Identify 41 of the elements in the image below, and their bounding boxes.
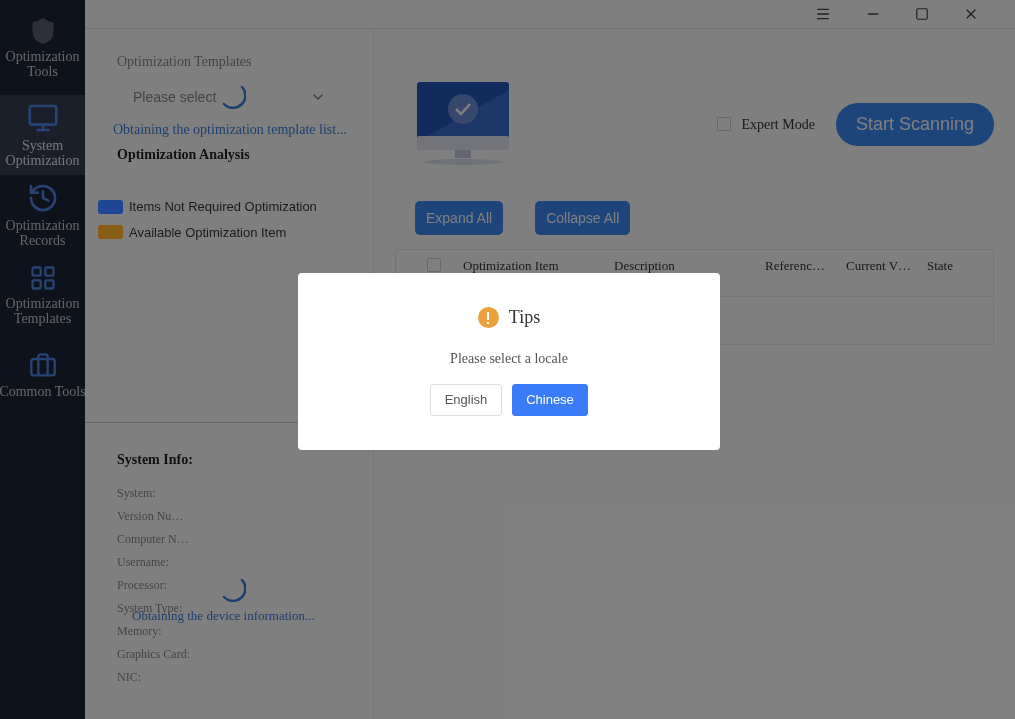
- warning-icon: [477, 307, 499, 328]
- checkbox-label: Expert Mode: [741, 115, 815, 134]
- info-label: Computer N…: [117, 533, 189, 545]
- sidebar-item[interactable]: Optimization Templates: [0, 255, 85, 335]
- column-header: Referenc…: [765, 258, 826, 273]
- info-label: Version Nu…: [117, 510, 184, 522]
- dialog-message: Please select a locale: [450, 350, 568, 368]
- start-scanning-button[interactable]: Start Scanning: [835, 102, 994, 146]
- legend-label: Available Optimization Item: [129, 223, 287, 242]
- loading-text: Obtaining the optimization template list...: [113, 121, 347, 139]
- section-title: System Info:: [117, 451, 194, 469]
- toolbar-button[interactable]: Collapse All: [535, 201, 631, 235]
- menu-icon[interactable]: [815, 6, 831, 22]
- info-label: Processor:: [117, 579, 167, 591]
- sidebar-item[interactable]: Optimization Tools: [0, 0, 85, 95]
- sidebar-item[interactable]: System Optimization: [0, 95, 85, 175]
- locale-button[interactable]: Chinese: [512, 384, 588, 416]
- column-header: State: [927, 258, 953, 273]
- legend-label: Items Not Required Optimization: [129, 198, 317, 216]
- column-header: Description: [614, 258, 676, 273]
- monitor-icon: [26, 102, 59, 134]
- expert-mode-checkbox[interactable]: [717, 117, 732, 131]
- grid-icon: [28, 264, 57, 292]
- info-label: NIC:: [117, 671, 141, 683]
- info-label: Graphics Card:: [117, 648, 190, 660]
- section-title: Optimization Templates: [117, 53, 253, 71]
- sidebar-item[interactable]: Common Tools: [0, 335, 85, 415]
- info-label: Username:: [117, 556, 169, 568]
- info-label: Memory:: [117, 625, 162, 637]
- column-header: Current V…: [846, 258, 913, 273]
- column-header: Optimization Item: [463, 258, 560, 273]
- section-title: Optimization Analysis: [117, 146, 251, 164]
- maximize-icon[interactable]: [915, 7, 929, 21]
- dialog-title: Tips: [508, 306, 541, 329]
- toolbox-icon: [28, 351, 57, 380]
- select-all-checkbox[interactable]: [427, 258, 441, 272]
- toolbar-button[interactable]: Expand All: [415, 201, 504, 235]
- sidebar-item[interactable]: Optimization Records: [0, 175, 85, 255]
- locale-button[interactable]: English: [430, 384, 502, 416]
- info-label: System:: [117, 487, 156, 499]
- template-select[interactable]: Please select: [117, 80, 342, 114]
